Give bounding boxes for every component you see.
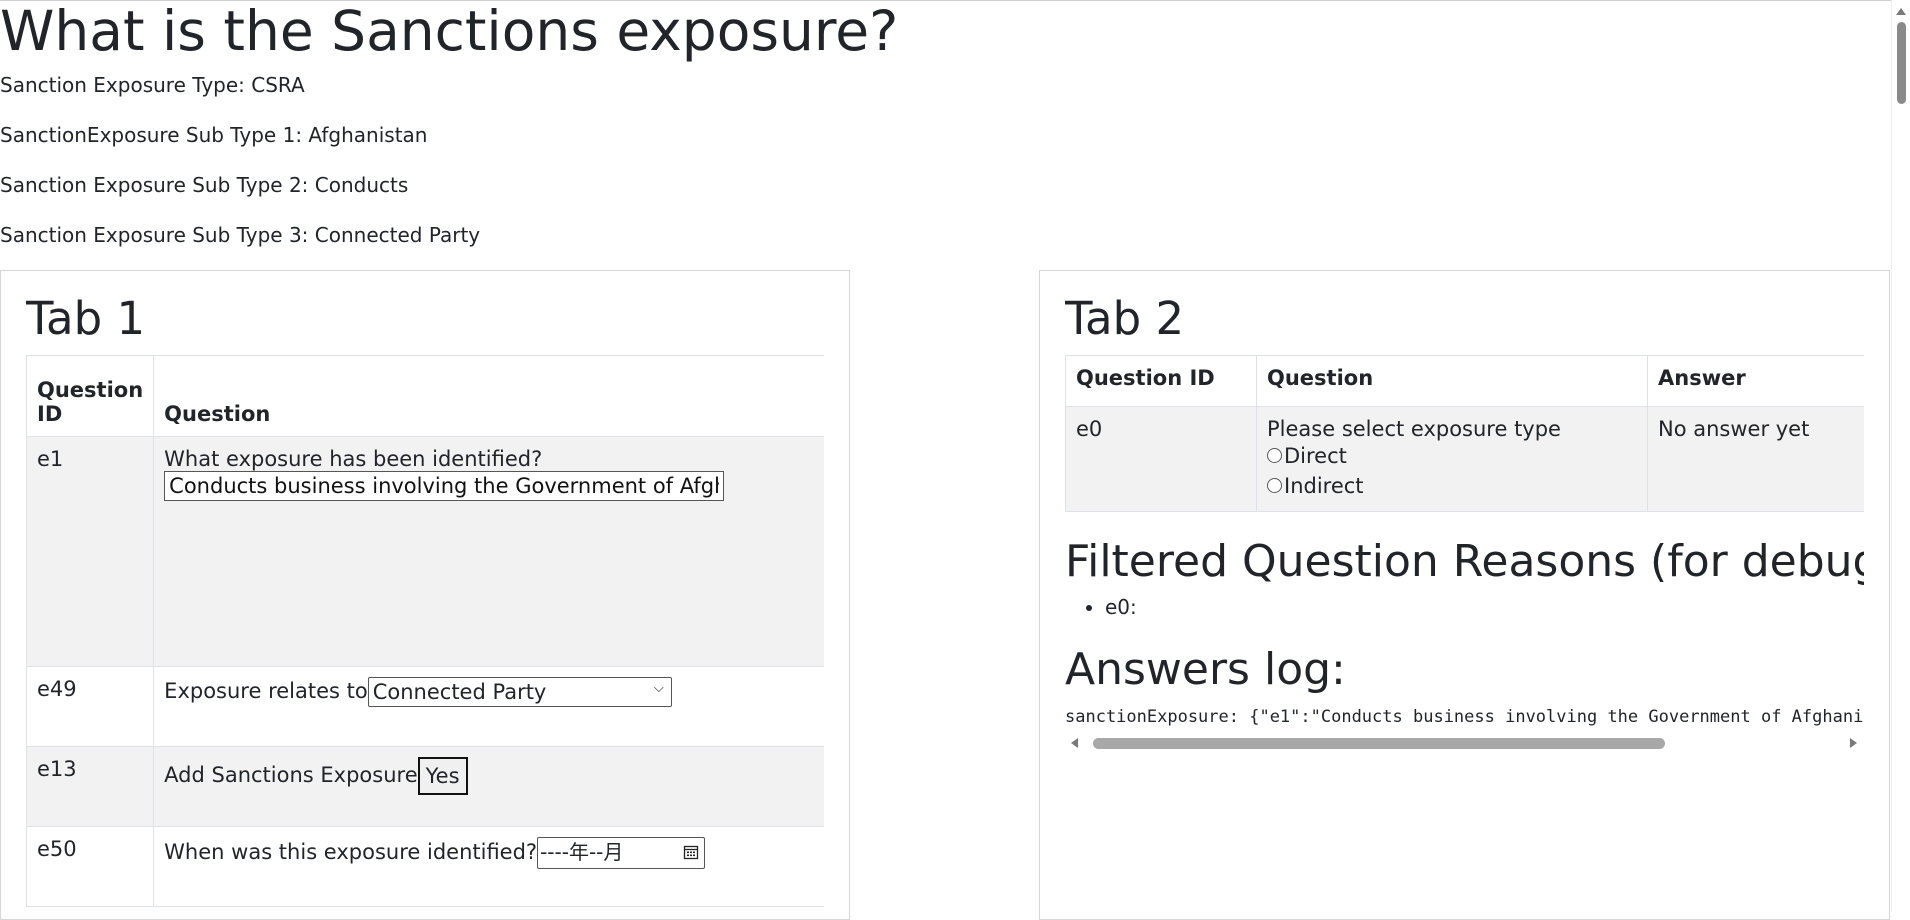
radio-indirect[interactable]: Indirect: [1267, 471, 1637, 501]
question-text: Exposure relates to: [164, 679, 368, 703]
radio-label: Direct: [1284, 444, 1347, 468]
question-cell: Please select exposure type Direct Indir…: [1256, 406, 1648, 512]
tab1-title: Tab 1: [26, 292, 146, 345]
question-text: When was this exposure identified?: [164, 840, 538, 864]
question-id-cell: e50: [26, 826, 155, 907]
header-question-id: Question ID: [26, 355, 155, 437]
question-cell: When was this exposure identified? ----年-…: [153, 826, 824, 907]
question-cell: Exposure relates to Connected Party ⌵: [153, 666, 824, 747]
radio-circle-icon[interactable]: [1267, 477, 1282, 493]
table-header-row: Question ID Question Answer: [1065, 355, 1864, 407]
list-item: e0:: [1105, 595, 1137, 619]
answers-log-scrollbar[interactable]: [1065, 735, 1864, 751]
table-row: e49 Exposure relates to Connected Party ⌵: [26, 666, 824, 747]
table-row: e1 What exposure has been identified?: [26, 436, 824, 667]
question-text: Please select exposure type: [1267, 417, 1561, 441]
answers-log-text: sanctionExposure: {"e1":"Conducts busine…: [1065, 707, 1864, 727]
exposure-relates-select[interactable]: Connected Party ⌵: [367, 677, 672, 707]
question-text: Add Sanctions Exposure: [164, 763, 418, 787]
tab2-panel: Tab 2 Question ID Question Answer e0 Ple…: [1039, 270, 1890, 920]
answers-log-title: Answers log:: [1065, 644, 1346, 695]
select-value: Connected Party: [367, 677, 672, 707]
header-question: Question: [1256, 355, 1648, 407]
scrollbar-thumb[interactable]: [1093, 738, 1665, 749]
table-row: e13 Add Sanctions Exposure Yes: [26, 746, 824, 827]
table-row: e0 Please select exposure type Direct In…: [1065, 406, 1864, 512]
table-row: e50 When was this exposure identified? --…: [26, 826, 824, 907]
chevron-down-icon: ⌵: [653, 681, 664, 696]
table-header-row: Question ID Question: [26, 355, 824, 437]
radio-direct[interactable]: Direct: [1267, 441, 1637, 471]
question-id-cell: e49: [26, 666, 155, 747]
add-sanctions-exposure-button[interactable]: Yes: [417, 757, 468, 795]
tab1-panel: Tab 1 Question ID Question e1 What expos…: [0, 270, 850, 920]
scroll-left-arrow-icon[interactable]: [1071, 738, 1078, 748]
filtered-reasons-title: Filtered Question Reasons (for debug):: [1065, 536, 1864, 587]
exposure-identified-input[interactable]: [164, 471, 725, 501]
header-question: Question: [153, 355, 824, 437]
sub-type-1-line: SanctionExposure Sub Type 1: Afghanistan: [0, 123, 428, 147]
tab2-question-table: Question ID Question Answer e0 Please se…: [1065, 355, 1864, 512]
question-id-cell: e0: [1065, 406, 1257, 512]
question-cell: Add Sanctions Exposure Yes: [153, 746, 824, 827]
tab2-title: Tab 2: [1065, 292, 1185, 345]
tab1-question-table: Question ID Question e1 What exposure ha…: [26, 355, 824, 907]
radio-circle-icon[interactable]: [1267, 447, 1282, 463]
answer-cell: No answer yet: [1647, 406, 1864, 512]
page-scrollbar[interactable]: [1891, 0, 1910, 912]
exposure-type-line: Sanction Exposure Type: CSRA: [0, 73, 305, 97]
date-placeholder: ----年--月: [540, 840, 624, 864]
sub-type-2-line: Sanction Exposure Sub Type 2: Conducts: [0, 173, 409, 197]
exposure-date-input[interactable]: ----年--月: [537, 837, 706, 869]
page-title: What is the Sanctions exposure?: [0, 0, 899, 63]
answers-log: sanctionExposure: {"e1":"Conducts busine…: [1065, 705, 1864, 755]
header-question-id: Question ID: [1065, 355, 1257, 407]
filtered-reasons-list: e0:: [1065, 595, 1137, 619]
question-id-cell: e1: [26, 436, 155, 667]
question-cell: What exposure has been identified?: [153, 436, 824, 667]
question-id-cell: e13: [26, 746, 155, 827]
question-text: What exposure has been identified?: [164, 447, 543, 471]
radio-label: Indirect: [1284, 474, 1364, 498]
scrollbar-thumb[interactable]: [1897, 22, 1906, 104]
sub-type-3-line: Sanction Exposure Sub Type 3: Connected …: [0, 223, 481, 247]
header-answer: Answer: [1647, 355, 1864, 407]
scroll-right-arrow-icon[interactable]: [1850, 738, 1857, 748]
scroll-up-arrow-icon[interactable]: [1896, 8, 1906, 15]
calendar-icon[interactable]: [683, 844, 699, 860]
